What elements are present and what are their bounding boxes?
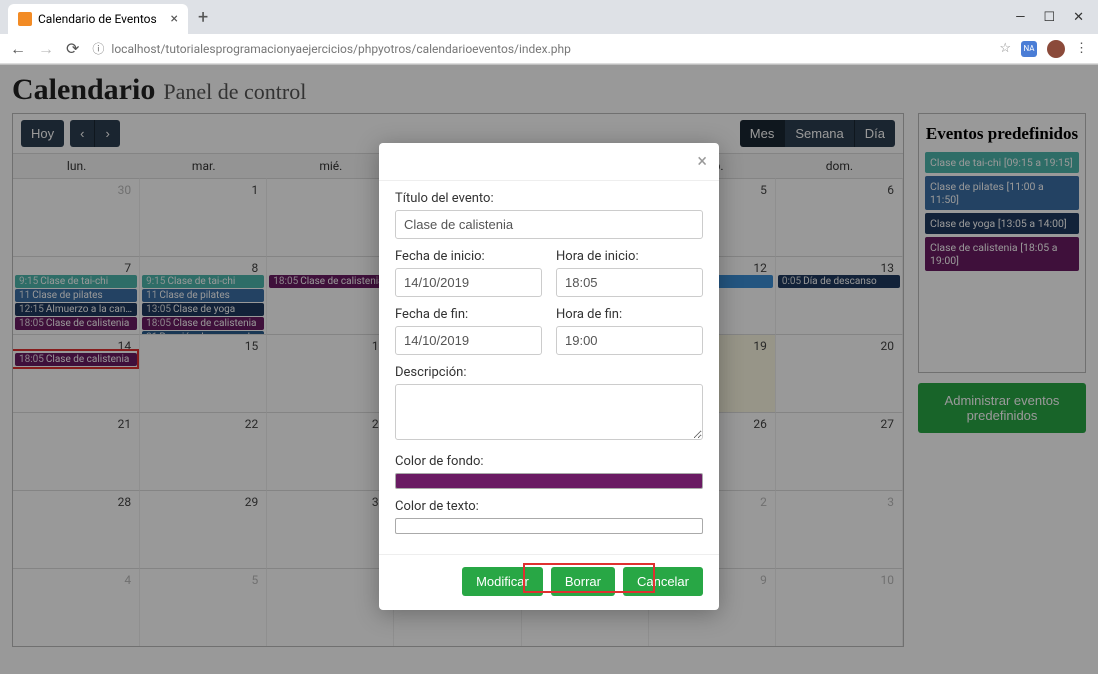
maximize-button[interactable]: ☐	[1043, 10, 1055, 25]
bg-color-input[interactable]	[395, 473, 703, 489]
browser-chrome: Calendario de Eventos × + — ☐ ✕ ← → ⟳ ⓘ …	[0, 0, 1098, 65]
url-text: localhost/tutorialesprogramacionyaejerci…	[111, 42, 570, 56]
start-time-input[interactable]	[556, 268, 703, 297]
minimize-button[interactable]: —	[1015, 10, 1025, 25]
label-event-title: Título del evento:	[395, 191, 703, 206]
delete-button[interactable]: Borrar	[551, 567, 615, 596]
description-textarea[interactable]	[395, 384, 703, 440]
forward-button[interactable]: →	[38, 39, 54, 59]
window-controls: — ☐ ✕	[1015, 10, 1098, 25]
label-start-time: Hora de inicio:	[556, 249, 703, 264]
modal-close-icon[interactable]: ×	[697, 151, 707, 172]
label-fg-color: Color de texto:	[395, 499, 703, 514]
new-tab-button[interactable]: +	[188, 7, 218, 28]
browser-tab[interactable]: Calendario de Eventos ×	[8, 4, 188, 34]
label-bg-color: Color de fondo:	[395, 454, 703, 469]
end-date-input[interactable]	[395, 326, 542, 355]
event-modal: × Título del evento: Fecha de inicio: Ho…	[379, 143, 719, 610]
reload-button[interactable]: ⟳	[66, 39, 79, 58]
page-viewport: Calendario Panel de control Hoy ‹ › Mes …	[0, 65, 1098, 674]
close-tab-icon[interactable]: ×	[171, 11, 178, 27]
label-start-date: Fecha de inicio:	[395, 249, 542, 264]
tab-strip: Calendario de Eventos × + — ☐ ✕	[0, 0, 1098, 34]
label-end-date: Fecha de fin:	[395, 307, 542, 322]
event-title-input[interactable]	[395, 210, 703, 239]
label-description: Descripción:	[395, 365, 703, 380]
bookmark-icon[interactable]: ☆	[999, 41, 1011, 56]
cancel-button[interactable]: Cancelar	[623, 567, 703, 596]
close-window-button[interactable]: ✕	[1073, 10, 1084, 25]
browser-toolbar: ← → ⟳ ⓘ localhost/tutorialesprogramacion…	[0, 34, 1098, 64]
label-end-time: Hora de fin:	[556, 307, 703, 322]
favicon-icon	[18, 12, 32, 26]
back-button[interactable]: ←	[10, 39, 26, 59]
tab-title: Calendario de Eventos	[38, 12, 157, 26]
profile-avatar[interactable]	[1047, 40, 1065, 58]
site-info-icon[interactable]: ⓘ	[91, 40, 105, 57]
end-time-input[interactable]	[556, 326, 703, 355]
menu-icon[interactable]: ⋮	[1075, 41, 1088, 56]
extension-icon[interactable]: NA	[1021, 41, 1037, 57]
address-bar[interactable]: ⓘ localhost/tutorialesprogramacionyaejer…	[91, 40, 987, 57]
fg-color-input[interactable]	[395, 518, 703, 534]
modify-button[interactable]: Modificar	[462, 567, 543, 596]
start-date-input[interactable]	[395, 268, 542, 297]
